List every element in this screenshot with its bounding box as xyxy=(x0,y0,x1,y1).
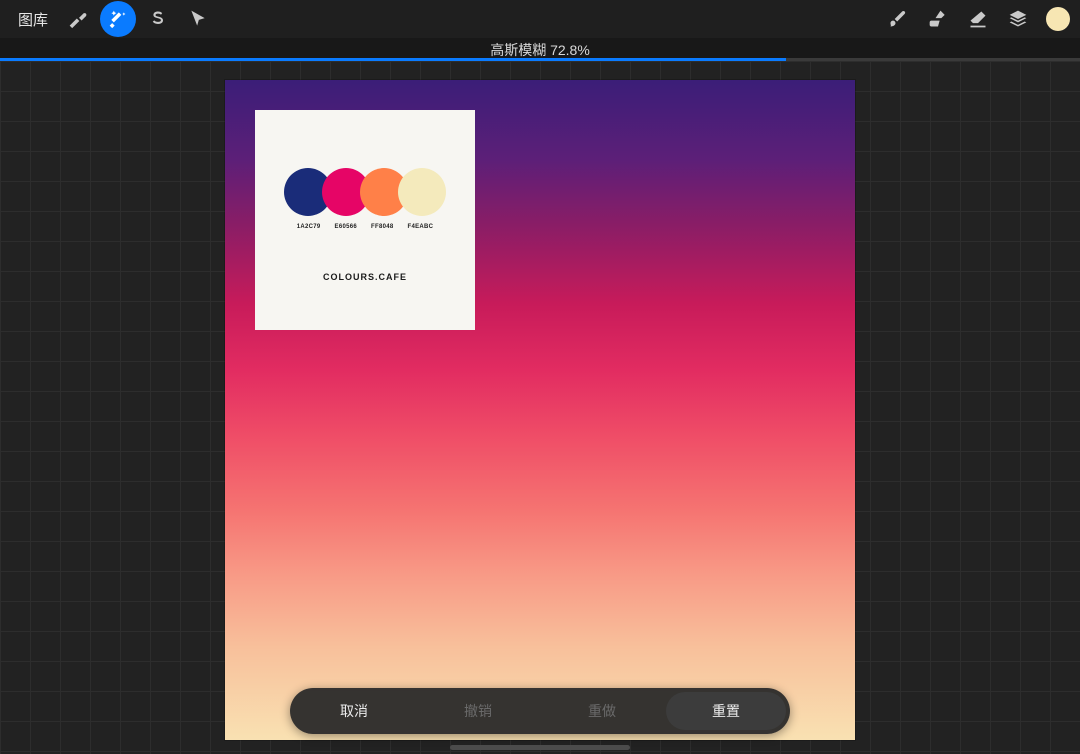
reset-button[interactable]: 重置 xyxy=(666,692,786,730)
smudge-icon xyxy=(928,9,948,29)
wrench-icon xyxy=(68,9,88,29)
pointer-arrow-icon xyxy=(188,9,208,29)
swatch-hex-3: FF8048 xyxy=(371,224,393,230)
palette-brand: COLOURS.CAFE xyxy=(323,272,407,282)
eraser-icon xyxy=(968,9,988,29)
undo-button[interactable]: 撤销 xyxy=(418,692,538,730)
layers-button[interactable] xyxy=(1000,1,1036,37)
transform-pointer-button[interactable] xyxy=(180,1,216,37)
layers-icon xyxy=(1008,9,1028,29)
swatch-hex-4: F4EABC xyxy=(408,224,434,230)
smudge-tool-button[interactable] xyxy=(920,1,956,37)
actions-wrench-button[interactable] xyxy=(60,1,96,37)
swatch-hex-2: E60566 xyxy=(335,224,358,230)
home-indicator xyxy=(450,745,630,750)
adjustments-wand-button[interactable] xyxy=(100,1,136,37)
current-color-chip[interactable] xyxy=(1046,7,1070,31)
cancel-button[interactable]: 取消 xyxy=(294,692,414,730)
swatch-row xyxy=(284,168,446,216)
swatch-hex-labels: 1A2C79 E60566 FF8048 F4EABC xyxy=(297,224,434,230)
gallery-button[interactable]: 图库 xyxy=(10,9,56,30)
brush-icon xyxy=(888,9,908,29)
swatch-hex-1: 1A2C79 xyxy=(297,224,321,230)
artwork-canvas[interactable]: 1A2C79 E60566 FF8048 F4EABC COLOURS.CAFE xyxy=(225,80,855,740)
brush-tool-button[interactable] xyxy=(880,1,916,37)
swatch-4 xyxy=(398,168,446,216)
selection-s-icon xyxy=(148,9,168,29)
filter-name: 高斯模糊 xyxy=(490,42,546,58)
selection-tool-button[interactable] xyxy=(140,1,176,37)
filter-title: 高斯模糊 72.8% xyxy=(0,40,1080,60)
filter-action-bar: 取消 撤销 重做 重置 xyxy=(290,688,790,734)
redo-button[interactable]: 重做 xyxy=(542,692,662,730)
magic-wand-icon xyxy=(108,9,128,29)
filter-percent: 72.8% xyxy=(550,42,590,58)
palette-reference-card: 1A2C79 E60566 FF8048 F4EABC COLOURS.CAFE xyxy=(255,110,475,330)
eraser-tool-button[interactable] xyxy=(960,1,996,37)
top-toolbar: 图库 xyxy=(0,0,1080,38)
